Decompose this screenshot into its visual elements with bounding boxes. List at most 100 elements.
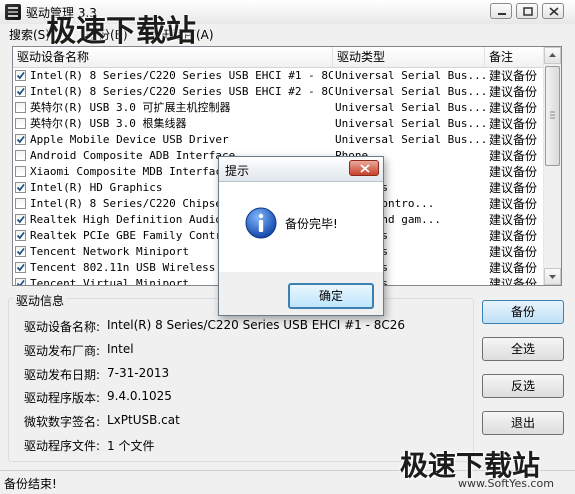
checkmark-icon [16,263,25,271]
row-checkbox[interactable] [15,85,26,97]
row-checkbox[interactable] [15,165,26,177]
dialog-close-button[interactable] [349,160,379,176]
dialog-title: 提示 [225,164,250,178]
device-name: 英特尔(R) USB 3.0 可扩展主机控制器 [30,101,231,114]
message-dialog: 提示 备份完毕! 确定 [218,156,384,316]
cell-note: 建议备份 [489,229,538,243]
backup-button[interactable]: 备份 [482,300,564,324]
cell-note: 建议备份 [489,165,538,179]
checkmark-icon [16,135,25,143]
cell-note: 建议备份 [489,261,538,275]
info-value: Intel [107,342,134,356]
watermark-url: www.SoftYes.com [458,477,554,490]
device-name: Intel(R) HD Graphics [30,181,163,194]
device-name: Tencent Network Miniport [30,245,189,258]
cell-name: 英特尔(R) USB 3.0 根集线器 [15,116,333,132]
checkmark-icon [16,71,25,79]
row-checkbox[interactable] [15,245,26,257]
scroll-up-button[interactable] [544,47,561,64]
select-all-button[interactable]: 全选 [482,337,564,361]
device-name: Intel(R) 8 Series/C220 Series USB EHCI #… [30,69,333,82]
info-icon [245,207,277,239]
cell-note: 建议备份 [489,245,538,259]
row-checkbox[interactable] [15,213,26,225]
row-checkbox[interactable] [15,229,26,241]
table-row[interactable]: Intel(R) 8 Series/C220 Series USB EHCI #… [13,84,545,100]
row-checkbox[interactable] [15,197,26,209]
column-header-note[interactable]: 备注 [485,47,545,67]
minimize-icon [498,13,506,15]
cell-note: 建议备份 [489,149,538,163]
table-row[interactable]: 英特尔(R) USB 3.0 可扩展主机控制器 Universal Serial … [13,100,545,116]
device-name: Tencent 802.11n USB Wireless Ad [30,261,236,274]
close-button[interactable] [542,3,564,19]
cell-name: Intel(R) 8 Series/C220 Series USB EHCI #… [15,68,333,84]
cell-type: Universal Serial Bus... [335,69,485,82]
info-label: 驱动程序版本: [24,391,101,405]
device-name: Realtek High Definition Audio [30,213,223,226]
checkmark-icon [16,279,25,285]
cell-name: 英特尔(R) USB 3.0 可扩展主机控制器 [15,100,333,116]
close-icon [360,164,370,173]
device-name: Realtek PCIe GBE Family Control [30,229,236,242]
cell-type: Universal Serial Bus... [335,117,485,130]
invert-selection-button[interactable]: 反选 [482,374,564,398]
dialog-body: 备份完毕! [219,182,383,272]
device-name: Apple Mobile Device USB Driver [30,133,229,146]
minimize-button[interactable] [490,3,512,19]
info-row-date: 驱动发布日期: 7-31-2013 [24,366,169,383]
table-row[interactable]: Apple Mobile Device USB Driver Universal … [13,132,545,148]
main-window: 驱动管理 3.3 搜索(S) 备份(B) 关于程序(A) 驱动设备名称 驱动类型… [0,0,575,494]
info-row-files: 驱动程序文件: 1 个文件 [24,437,154,454]
row-checkbox[interactable] [15,261,26,273]
cell-note: 建议备份 [489,277,538,286]
row-checkbox[interactable] [15,277,26,285]
cell-note: 建议备份 [489,117,538,131]
info-row-device: 驱动设备名称: Intel(R) 8 Series/C220 Series US… [24,318,405,335]
row-checkbox[interactable] [15,133,26,145]
info-row-version: 驱动程序版本: 9.4.0.1025 [24,389,172,406]
maximize-button[interactable] [516,3,538,19]
dialog-title-bar[interactable]: 提示 [219,157,383,182]
row-checkbox[interactable] [15,69,26,81]
scroll-down-button[interactable] [544,268,561,285]
dialog-ok-button[interactable]: 确定 [288,283,374,309]
device-name: Intel(R) 8 Series/C220 Series USB EHCI #… [30,85,333,98]
cell-note: 建议备份 [489,85,538,99]
menu-search[interactable]: 搜索(S) [9,26,50,43]
cell-note: 建议备份 [489,197,538,211]
column-header-name[interactable]: 驱动设备名称 [13,47,333,67]
table-row[interactable]: Intel(R) 8 Series/C220 Series USB EHCI #… [13,68,545,84]
row-checkbox[interactable] [15,117,26,129]
cell-type: Universal Serial Bus... [335,133,485,146]
cell-note: 建议备份 [489,69,538,83]
device-name: Intel(R) 8 Series/C220 Chipset [30,197,229,210]
info-value: 1 个文件 [107,439,155,453]
row-checkbox[interactable] [15,181,26,193]
row-checkbox[interactable] [15,101,26,113]
info-value: 7-31-2013 [107,366,170,380]
app-icon [5,4,21,20]
info-value: Intel(R) 8 Series/C220 Series USB EHCI #… [107,318,406,332]
table-row[interactable]: 英特尔(R) USB 3.0 根集线器 Universal Serial Bus.… [13,116,545,132]
driver-info-title: 驱动信息 [14,292,67,309]
checkmark-icon [16,231,25,239]
maximize-icon [523,7,533,16]
column-header-type[interactable]: 驱动类型 [333,47,485,67]
scroll-thumb[interactable] [545,66,560,166]
scroll-down-icon [549,275,556,279]
cell-note: 建议备份 [489,133,538,147]
cell-note: 建议备份 [489,213,538,227]
cell-note: 建议备份 [489,181,538,195]
dialog-message: 备份完毕! [285,217,338,231]
list-scrollbar[interactable] [543,47,561,285]
scroll-up-icon [549,53,556,57]
close-icon [549,7,559,16]
info-row-vendor: 驱动发布厂商: Intel [24,342,134,359]
checkmark-icon [16,215,25,223]
exit-button[interactable]: 退出 [482,411,564,435]
info-label: 驱动发布日期: [24,368,101,382]
grip-icon [550,111,555,119]
device-name: Android Composite ADB Interface [30,149,236,162]
row-checkbox[interactable] [15,149,26,161]
